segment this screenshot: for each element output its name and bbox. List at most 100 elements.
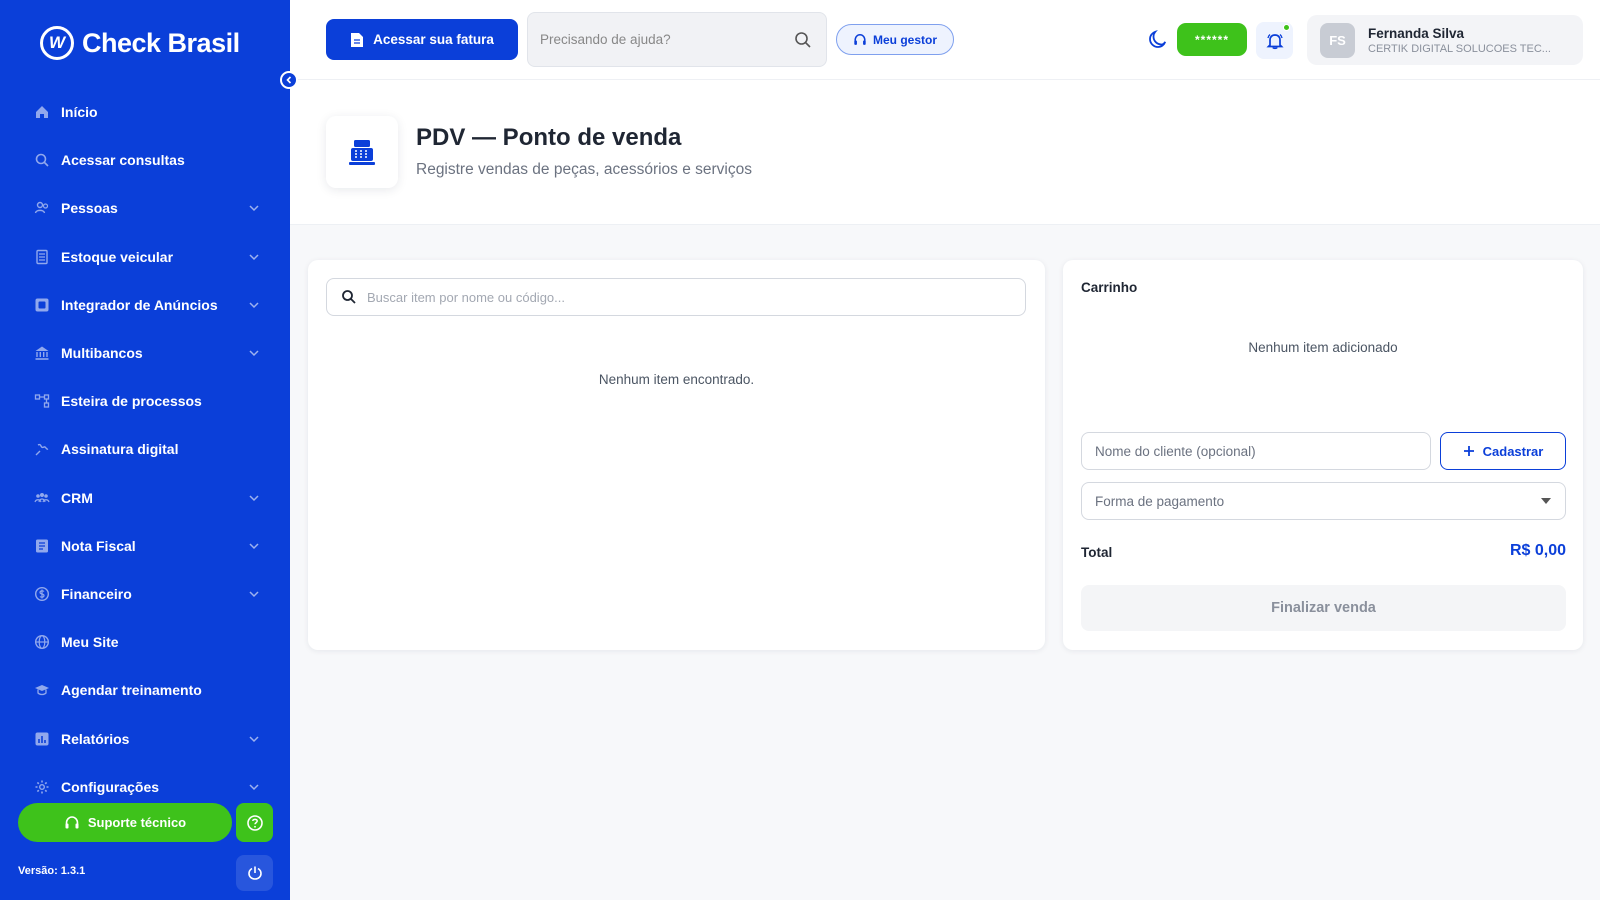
payment-method-select[interactable]: Forma de pagamento bbox=[1081, 482, 1566, 520]
sidebar-item-label: Configurações bbox=[61, 778, 160, 795]
chevron-down-icon bbox=[249, 205, 259, 212]
help-button[interactable] bbox=[236, 803, 273, 842]
finish-sale-button[interactable]: Finalizar venda bbox=[1081, 585, 1566, 631]
signature-icon bbox=[33, 440, 51, 458]
manager-button[interactable]: Meu gestor bbox=[836, 24, 954, 55]
chevron-down-icon bbox=[249, 543, 259, 549]
item-search bbox=[326, 278, 1026, 316]
sidebar-item-label: Agendar treinamento bbox=[61, 682, 202, 699]
chevron-down-icon bbox=[249, 495, 259, 501]
manager-label: Meu gestor bbox=[872, 32, 937, 47]
cash-register-icon bbox=[326, 116, 398, 188]
sidebar-item-assinatura-digital[interactable]: Assinatura digital bbox=[0, 425, 290, 473]
sidebar-item-multibancos[interactable]: Multibancos bbox=[0, 329, 290, 377]
flow-icon bbox=[33, 392, 51, 410]
sidebar-item-financeiro[interactable]: Financeiro bbox=[0, 570, 290, 618]
items-panel: Nenhum item encontrado. bbox=[308, 260, 1045, 650]
sidebar-item-crm[interactable]: CRM bbox=[0, 474, 290, 522]
sidebar-item-estoque-veicular[interactable]: Estoque veicular bbox=[0, 233, 290, 281]
power-icon bbox=[247, 866, 262, 880]
register-client-button[interactable]: Cadastrar bbox=[1440, 432, 1566, 470]
cart-title: Carrinho bbox=[1081, 280, 1138, 295]
help-search bbox=[527, 12, 827, 67]
support-button[interactable]: Suporte técnico bbox=[18, 803, 232, 842]
sidebar: W Check Brasil Início Acessar consultas … bbox=[0, 0, 298, 900]
payment-method-placeholder: Forma de pagamento bbox=[1095, 493, 1225, 509]
sidebar-item-nota-fiscal[interactable]: Nota Fiscal bbox=[0, 522, 290, 570]
sidebar-item-label: Meu Site bbox=[61, 634, 119, 651]
car-stock-icon bbox=[33, 248, 51, 266]
finance-icon bbox=[33, 585, 51, 603]
headset-icon bbox=[65, 815, 79, 828]
search-icon bbox=[342, 290, 356, 304]
sidebar-item-pessoas[interactable]: Pessoas bbox=[0, 184, 290, 232]
support-label: Suporte técnico bbox=[87, 815, 187, 830]
training-icon bbox=[33, 681, 51, 699]
cart-empty-state: Nenhum item adicionado bbox=[1248, 340, 1398, 355]
topbar: Acessar sua fatura Meu gestor ****** FS … bbox=[290, 0, 1600, 80]
chevron-left-icon bbox=[286, 76, 292, 84]
sidebar-item-label: Integrador de Anúncios bbox=[61, 296, 218, 313]
logo-icon: W bbox=[40, 26, 74, 60]
page-subtitle: Registre vendas de peças, acessórios e s… bbox=[416, 161, 752, 178]
sidebar-item-label: Nota Fiscal bbox=[61, 537, 136, 554]
sidebar-item-label: Relatórios bbox=[61, 730, 130, 747]
users-icon bbox=[33, 199, 51, 217]
notifications-button[interactable] bbox=[1256, 22, 1293, 59]
search-icon[interactable] bbox=[794, 31, 812, 49]
bell-icon bbox=[1265, 33, 1284, 49]
total-label: Total bbox=[1081, 545, 1113, 560]
password-badge[interactable]: ****** bbox=[1177, 23, 1247, 56]
version-label: Versão: 1.3.1 bbox=[18, 865, 86, 877]
search-icon bbox=[33, 151, 51, 169]
brand-logo[interactable]: W Check Brasil bbox=[40, 26, 240, 60]
sidebar-item-label: CRM bbox=[61, 489, 93, 506]
ads-icon bbox=[33, 296, 51, 314]
plus-icon bbox=[1463, 446, 1474, 456]
invoice-access-label: Acessar sua fatura bbox=[373, 32, 494, 47]
chevron-down-icon bbox=[249, 350, 259, 357]
item-search-input[interactable] bbox=[367, 289, 1025, 305]
chevron-down-icon bbox=[249, 784, 259, 790]
moon-icon[interactable] bbox=[1148, 29, 1168, 49]
user-menu[interactable]: FS Fernanda Silva CERTIK DIGITAL SOLUCOE… bbox=[1307, 15, 1583, 65]
page-header: PDV — Ponto de venda Registre vendas de … bbox=[290, 80, 1600, 225]
caret-down-icon bbox=[1541, 498, 1551, 504]
bank-icon bbox=[33, 344, 51, 362]
notification-dot bbox=[1283, 24, 1290, 31]
sidebar-item-label: Pessoas bbox=[61, 200, 118, 217]
help-circle-icon bbox=[246, 814, 263, 831]
chevron-down-icon bbox=[249, 736, 259, 742]
cart-panel: Carrinho Nenhum item adicionado Cadastra… bbox=[1063, 260, 1583, 650]
sidebar-item-consultas[interactable]: Acessar consultas bbox=[0, 136, 290, 184]
client-name-input[interactable] bbox=[1081, 432, 1431, 470]
chevron-down-icon bbox=[249, 302, 259, 308]
invoice-access-button[interactable]: Acessar sua fatura bbox=[326, 19, 518, 60]
sidebar-item-integrador-anuncios[interactable]: Integrador de Anúncios bbox=[0, 281, 290, 329]
invoice-icon bbox=[33, 537, 51, 555]
reports-icon bbox=[33, 730, 51, 748]
sidebar-item-meu-site[interactable]: Meu Site bbox=[0, 618, 290, 666]
crm-icon bbox=[33, 489, 51, 507]
help-search-input[interactable] bbox=[540, 32, 794, 47]
sidebar-item-label: Assinatura digital bbox=[61, 441, 179, 458]
sidebar-item-inicio[interactable]: Início bbox=[0, 88, 290, 136]
document-icon bbox=[351, 32, 364, 47]
sidebar-item-label: Estoque veicular bbox=[61, 248, 174, 265]
page-title: PDV — Ponto de venda bbox=[416, 124, 682, 151]
sidebar-collapse-button[interactable] bbox=[280, 71, 298, 89]
sidebar-item-relatorios[interactable]: Relatórios bbox=[0, 714, 290, 762]
sidebar-item-label: Multibancos bbox=[61, 345, 143, 362]
home-icon bbox=[33, 103, 51, 121]
sidebar-item-agendar-treinamento[interactable]: Agendar treinamento bbox=[0, 666, 290, 714]
user-company: CERTIK DIGITAL SOLUCOES TEC... bbox=[1368, 42, 1551, 55]
items-empty-state: Nenhum item encontrado. bbox=[598, 372, 755, 387]
sidebar-nav: Início Acessar consultas Pessoas Estoque… bbox=[0, 88, 290, 811]
user-name: Fernanda Silva bbox=[1368, 25, 1465, 41]
sidebar-item-label: Financeiro bbox=[61, 585, 132, 602]
sidebar-item-label: Esteira de processos bbox=[61, 393, 202, 410]
logout-button[interactable] bbox=[236, 855, 273, 891]
headset-icon bbox=[854, 33, 866, 45]
sidebar-item-esteira-processos[interactable]: Esteira de processos bbox=[0, 377, 290, 425]
register-client-label: Cadastrar bbox=[1482, 443, 1544, 459]
